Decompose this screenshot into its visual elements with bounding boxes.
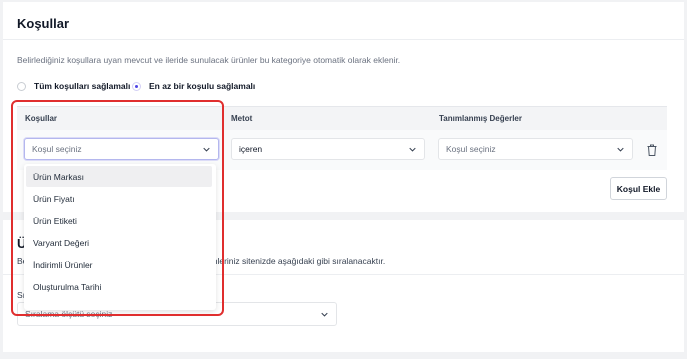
sorting-select-placeholder: Sıralama ölçütü seçiniz — [25, 309, 113, 319]
method-select[interactable]: içeren — [231, 138, 425, 160]
chevron-down-icon — [321, 312, 328, 317]
chevron-down-icon — [203, 147, 210, 152]
defined-values-placeholder: Koşul seçiniz — [446, 144, 496, 154]
conditions-divider — [3, 39, 684, 40]
sorting-description-right: ünleriniz sitenizde aşağıdaki gibi sıral… — [208, 256, 386, 266]
condition-select[interactable]: Koşul seçiniz — [24, 138, 219, 160]
column-header-values: Tanımlanmış Değerler — [439, 114, 522, 123]
dropdown-option-discounted[interactable]: İndirimli Ürünler — [26, 254, 212, 275]
dropdown-option-price[interactable]: Ürün Fiyatı — [26, 188, 212, 209]
dropdown-option-created-date[interactable]: Oluşturulma Tarihi — [26, 276, 212, 297]
column-header-method: Metot — [231, 114, 253, 123]
radio-any-indicator[interactable] — [132, 81, 141, 91]
defined-values-select[interactable]: Koşul seçiniz — [438, 138, 633, 160]
conditions-table-header: Koşullar Metot Tanımlanmış Değerler — [17, 106, 667, 130]
dropdown-option-brand[interactable]: Ürün Markası — [26, 166, 212, 187]
dropdown-option-variant[interactable]: Varyant Değeri — [26, 232, 212, 253]
add-condition-button[interactable]: Koşul Ekle — [610, 177, 667, 200]
condition-dropdown-menu: Ürün Markası Ürün Fiyatı Ürün Etiketi Va… — [24, 164, 216, 310]
dropdown-option-tag[interactable]: Ürün Etiketi — [26, 210, 212, 231]
radio-all-label: Tüm koşulları sağlamalı — [34, 81, 131, 91]
radio-any-label: En az bir koşulu sağlamalı — [149, 81, 256, 91]
radio-any-condition[interactable]: En az bir koşulu sağlamalı — [132, 79, 255, 93]
radio-all-indicator[interactable] — [17, 81, 26, 91]
condition-select-placeholder: Koşul seçiniz — [32, 144, 82, 154]
chevron-down-icon — [409, 147, 416, 152]
method-select-value: içeren — [239, 144, 263, 154]
trash-icon[interactable] — [646, 143, 658, 157]
radio-all-conditions[interactable]: Tüm koşulları sağlamalı — [17, 79, 130, 93]
conditions-description: Belirlediğiniz koşullara uyan mevcut ve … — [17, 55, 401, 65]
chevron-down-icon — [617, 147, 624, 152]
column-header-conditions: Koşullar — [25, 114, 58, 123]
conditions-title: Koşullar — [17, 16, 70, 31]
